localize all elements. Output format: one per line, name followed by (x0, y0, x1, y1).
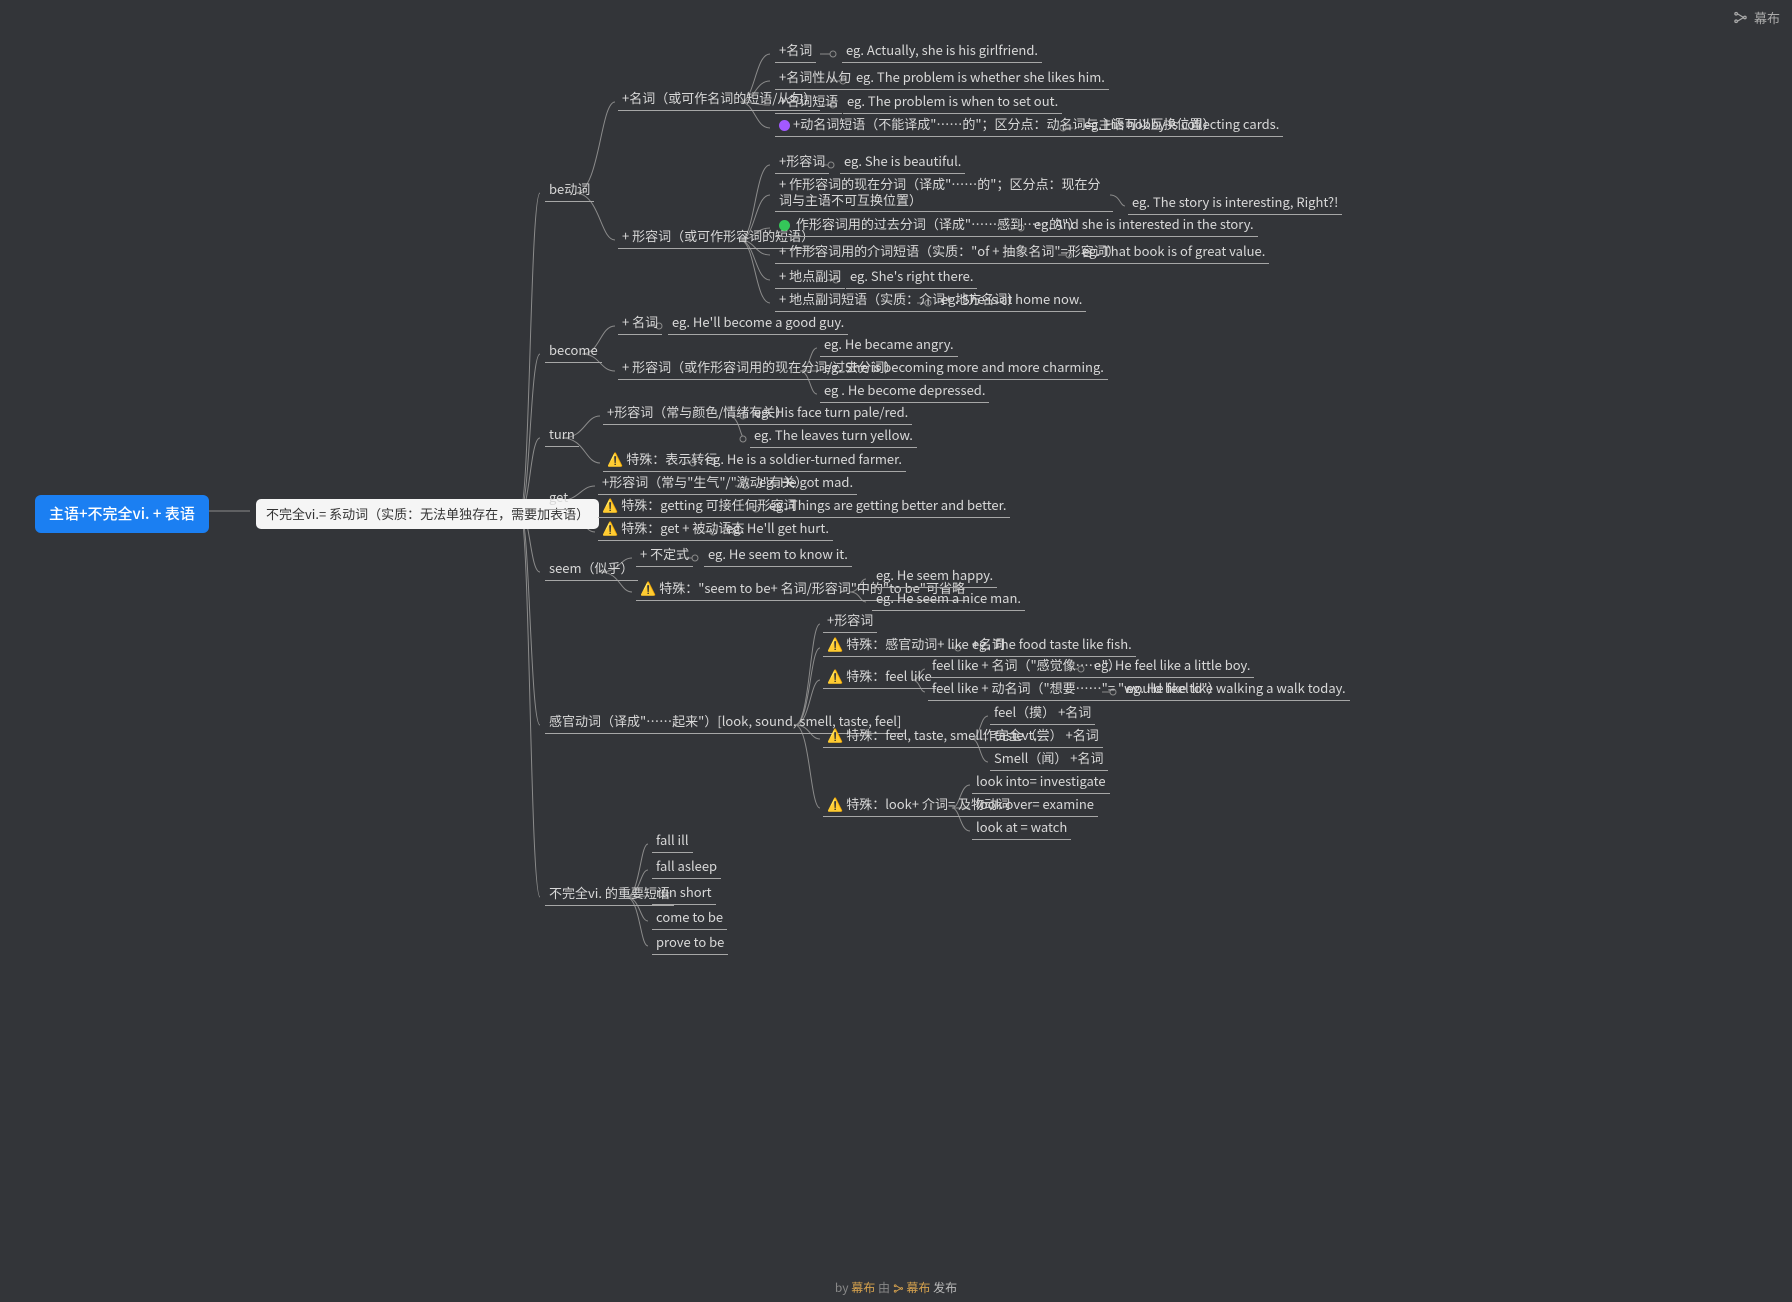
seem-node[interactable]: seem（似乎） (545, 560, 638, 581)
turn-eg2: eg. The leaves turn yellow. (750, 427, 917, 448)
be-present-participle[interactable]: + 作形容词的现在分词（译成"……的"；区分点：现在分词与主语不可互换位置） (775, 176, 1113, 212)
be-adv-eg: eg. She's right there. (846, 268, 977, 289)
be-adv[interactable]: + 地点副词 (775, 268, 845, 289)
warning-icon: ⚠️ (602, 518, 618, 537)
get-node[interactable]: get (545, 489, 572, 510)
sense-like-eg: eg. The food taste like fish. (968, 636, 1136, 657)
be-noun-clause[interactable]: +名词性从句 (775, 69, 855, 90)
feel-vt[interactable]: feel（摸） +名词 (990, 704, 1095, 725)
be-adv-phrase-eg: eg. She is at home now. (937, 291, 1086, 312)
become-eg1: eg. He became angry. (820, 336, 958, 357)
footer: by 幕布 由 幕布 发布 (835, 1279, 957, 1296)
seem-inf[interactable]: + 不定式 (636, 546, 693, 567)
run-short[interactable]: run short (652, 884, 716, 905)
brand-logo: 幕布 (1733, 8, 1780, 27)
warning-icon: ⚠️ (640, 578, 656, 597)
purple-dot-icon (779, 120, 790, 131)
be-pres-part-eg: eg. The story is interesting, Right?! (1128, 194, 1342, 215)
prove-to-be[interactable]: prove to be (652, 934, 728, 955)
be-past-part-eg: eg. And she is interested in the story. (1030, 216, 1258, 237)
be-noun-eg: eg. Actually, she is his girlfriend. (842, 42, 1042, 63)
turn-node[interactable]: turn (545, 426, 579, 447)
root-node[interactable]: 主语+不完全vi. + 表语 (35, 495, 209, 533)
seem-eg1: eg. He seem happy. (872, 567, 997, 588)
be-prep-eg: eg. That book is of great value. (1078, 243, 1269, 264)
become-eg3: eg . He become depressed. (820, 382, 989, 403)
become-eg2: eg. She is becoming more and more charmi… (820, 359, 1108, 380)
be-noun[interactable]: +名词 (775, 42, 816, 63)
warning-icon: ⚠️ (827, 634, 843, 653)
feel-like[interactable]: ⚠️特殊：feel like (823, 668, 936, 689)
taste-vt[interactable]: taste（尝） +名词 (990, 727, 1103, 748)
look-into[interactable]: look into= investigate (972, 773, 1110, 794)
feel-like-noun-eg: eg. He feel like a little boy. (1090, 657, 1254, 678)
fall-ill[interactable]: fall ill (652, 832, 693, 853)
warning-icon: ⚠️ (827, 794, 843, 813)
become-noun[interactable]: + 名词 (618, 314, 662, 335)
look-at[interactable]: look at = watch (972, 819, 1071, 840)
come-to-be[interactable]: come to be (652, 909, 727, 930)
be-noun-phrase[interactable]: +名词短语 (775, 93, 842, 114)
warning-icon: ⚠️ (607, 449, 623, 468)
seem-eg2: eg. He seem a nice man. (872, 590, 1025, 611)
warning-icon: ⚠️ (602, 495, 618, 514)
seem-inf-eg: eg. He seem to know it. (704, 546, 852, 567)
fall-asleep[interactable]: fall asleep (652, 858, 721, 879)
get-getting-eg: eg. Things are getting better and better… (765, 497, 1010, 518)
turn-eg1: eg. His face turn pale/red. (750, 404, 912, 425)
warning-icon: ⚠️ (827, 666, 843, 685)
be-noun-phrase-eg: eg. The problem is when to set out. (843, 93, 1062, 114)
be-adj[interactable]: +形容词 (775, 153, 829, 174)
be-adj-eg: eg. She is beautiful. (840, 153, 965, 174)
get-adj-eg: eg. He got mad. (755, 474, 857, 495)
become-node[interactable]: become (545, 342, 602, 363)
be-prep-phrase[interactable]: + 作形容词用的介词短语（实质："of + 抽象名词"=形容词） (775, 243, 1124, 264)
turn-special-eg: eg. He is a soldier-turned farmer. (702, 451, 906, 472)
green-dot-icon (779, 220, 790, 231)
feel-like-gerund-eg: eg. He feel like walking a walk today. (1122, 680, 1350, 701)
be-noun-clause-eg: eg. The problem is whether she likes him… (852, 69, 1109, 90)
be-gerund-eg: eg. His hobby is collecting cards. (1080, 116, 1283, 137)
smell-vt[interactable]: Smell（闻） +名词 (990, 750, 1108, 771)
become-noun-eg: eg. He'll become a good guy. (668, 314, 848, 335)
be-node[interactable]: be动词 (545, 181, 594, 202)
warning-icon: ⚠️ (827, 725, 843, 744)
look-over[interactable]: look over= examine (972, 796, 1098, 817)
sense-adj[interactable]: +形容词 (823, 612, 877, 633)
get-passive-eg: eg. He'll get hurt. (722, 520, 833, 541)
